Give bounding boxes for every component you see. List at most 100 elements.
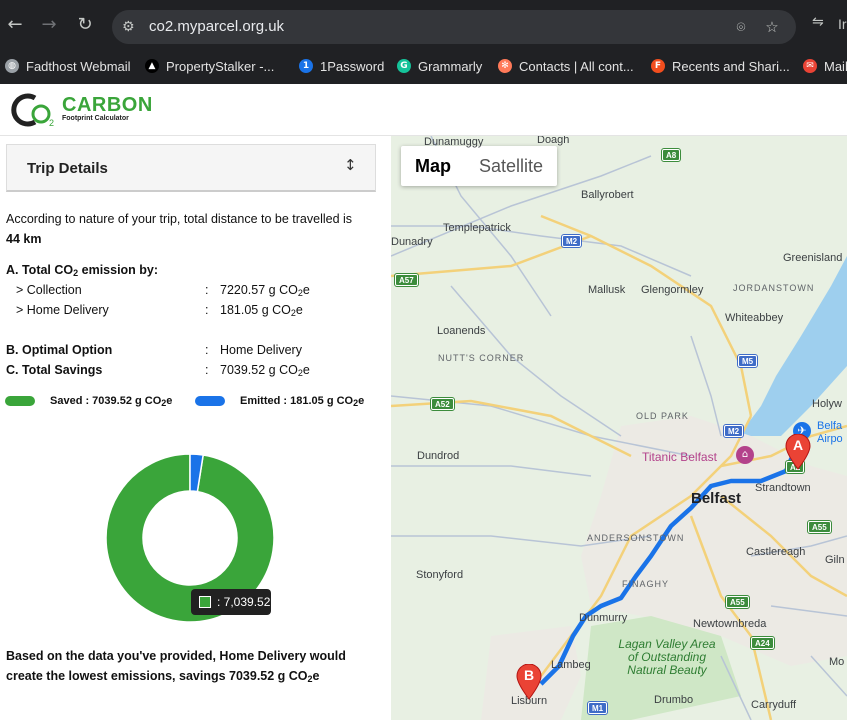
route-start-marker[interactable]: A xyxy=(785,434,811,470)
legend-saved[interactable]: Saved : 7039.52 g CO2e xyxy=(50,395,172,408)
map-type-satellite-button[interactable]: Satellite xyxy=(465,146,557,186)
delivery-value: 181.05 g CO2e xyxy=(220,303,303,318)
section-a-heading: A. Total CO2 emission by: xyxy=(6,263,158,278)
chart-tooltip: : 7,039.52 xyxy=(191,589,271,615)
distance-intro: According to nature of your trip, total … xyxy=(6,212,353,226)
savings-colon: : xyxy=(205,363,209,377)
place-label: Templepatrick xyxy=(443,222,511,234)
forward-icon[interactable]: → xyxy=(38,14,60,36)
place-label: Mo xyxy=(829,656,845,668)
bookmark-figma[interactable]: F Recents and Shari... xyxy=(651,57,790,75)
svg-text:2: 2 xyxy=(49,118,54,128)
place-label: Newtownbreda xyxy=(693,618,767,630)
place-label: Lambeg xyxy=(551,659,591,671)
savings-value: 7039.52 g CO2e xyxy=(220,363,310,378)
legend-emitted-text: Emitted : 181.05 g CO xyxy=(240,395,354,407)
bookmark-contacts[interactable]: ✻ Contacts | All cont... xyxy=(498,57,634,75)
bookmark-fadthost[interactable]: ◍ Fadthost Webmail xyxy=(5,57,131,75)
legend-emitted-swatch[interactable] xyxy=(195,396,225,406)
bookmark-label: Contacts | All cont... xyxy=(519,58,634,74)
logo-subtitle: Footprint Calculator xyxy=(62,115,129,122)
bookmark-label: 1Password xyxy=(320,58,385,74)
address-bar[interactable]: ⚙ co2.myparcel.org.uk ⌾ ☆ xyxy=(112,10,796,44)
trip-title: Trip Details xyxy=(27,160,108,177)
place-label: JORDANSTOWN xyxy=(733,283,815,293)
bookmark-grammarly[interactable]: G Grammarly xyxy=(397,57,482,75)
summary-line-2: create the lowest emissions, savings 703… xyxy=(6,669,320,684)
bookmark-mail[interactable]: ✉ Mail xyxy=(803,57,847,75)
museum-icon[interactable]: ⌂ xyxy=(736,446,754,464)
road-shield-m5: M5 xyxy=(736,354,759,368)
place-label: Whiteabbey xyxy=(725,312,784,324)
place-label: Stonyford xyxy=(416,569,464,581)
place-label: OLD PARK xyxy=(636,411,689,421)
marker-a-label: A xyxy=(792,437,804,453)
unit-suffix: e xyxy=(166,395,173,407)
park-label: Lagan Valley Area of Outstanding Natural… xyxy=(618,637,716,677)
trip-details-header[interactable]: Trip Details ↕ xyxy=(6,144,376,192)
reload-icon[interactable]: ↻ xyxy=(74,14,96,36)
unit-suffix: e xyxy=(312,669,320,683)
place-label: Doagh xyxy=(537,136,570,146)
savings-value-text: 7039.52 g CO xyxy=(220,363,298,377)
location-icon[interactable]: ⌾ xyxy=(732,18,750,36)
place-label: Dunmurry xyxy=(579,612,628,624)
expand-collapse-icon[interactable]: ↕ xyxy=(344,156,357,174)
road-shield-a52: A52 xyxy=(430,397,455,411)
co2-logo-icon[interactable]: 2 xyxy=(9,92,57,128)
section-a-suffix: emission by: xyxy=(78,263,159,277)
figma-icon: F xyxy=(651,59,665,73)
map-type-map-button[interactable]: Map xyxy=(401,146,465,186)
optimal-value: Home Delivery xyxy=(220,343,302,357)
collection-value-text: 7220.57 g CO xyxy=(220,283,298,297)
bookmark-star-icon[interactable]: ☆ xyxy=(763,18,781,36)
place-label: Glengormley xyxy=(641,284,704,296)
map-type-control: Map Satellite xyxy=(401,146,558,186)
place-label: Carryduff xyxy=(751,699,797,711)
site-settings-icon[interactable]: ⚙ xyxy=(122,18,140,36)
city-label: Belfast xyxy=(691,490,742,507)
url-text: co2.myparcel.org.uk xyxy=(149,18,285,35)
marker-b-label: B xyxy=(523,667,535,683)
unit-suffix: e xyxy=(358,395,365,407)
delivery-value-text: 181.05 g CO xyxy=(220,303,291,317)
globe-icon: ◍ xyxy=(5,59,19,73)
extension-icon[interactable]: ⇋ xyxy=(812,14,824,30)
road-shield-a55: A55 xyxy=(725,595,750,609)
browser-toolbar: ← → ↻ ⚙ co2.myparcel.org.uk ⌾ ☆ ⇋ Ir xyxy=(0,0,847,48)
onepassword-icon: 1 xyxy=(299,59,313,73)
section-a-prefix: A. Total CO xyxy=(6,263,74,277)
bookmarks-bar: ◍ Fadthost Webmail ▲ PropertyStalker -..… xyxy=(0,48,847,84)
triangle-logo-icon: ▲ xyxy=(145,59,159,73)
bookmark-propertystalker[interactable]: ▲ PropertyStalker -... xyxy=(145,57,274,75)
summary-line-1: Based on the data you've provided, Home … xyxy=(6,649,346,663)
place-label: Ballyrobert xyxy=(581,189,634,201)
bookmark-1password[interactable]: 1 1Password xyxy=(299,57,384,75)
road-shield-a57: A57 xyxy=(394,273,419,287)
unit-suffix: e xyxy=(302,363,310,377)
savings-label: C. Total Savings xyxy=(6,363,103,377)
delivery-colon: : xyxy=(205,303,209,317)
road-shield-m2-belfast: M2 xyxy=(722,424,745,438)
place-label: Strandtown xyxy=(755,482,811,494)
optimal-colon: : xyxy=(205,343,209,357)
delivery-label: > Home Delivery xyxy=(16,303,109,317)
road-shield-a8: A8 xyxy=(660,148,682,162)
route-end-marker[interactable]: B xyxy=(516,664,542,700)
place-label: Drumbo xyxy=(654,694,694,706)
route-map[interactable]: Map Satellite Dunamuggy Doagh Ballyrober… xyxy=(391,136,847,720)
legend-emitted[interactable]: Emitted : 181.05 g CO2e xyxy=(240,395,364,408)
legend-saved-text: Saved : 7039.52 g CO xyxy=(50,395,162,407)
hubspot-icon: ✻ xyxy=(498,59,512,73)
back-icon[interactable]: ← xyxy=(4,14,26,36)
legend-saved-swatch[interactable] xyxy=(5,396,35,406)
trip-panel: Trip Details ↕ According to nature of yo… xyxy=(0,136,391,720)
bookmark-label: Recents and Shari... xyxy=(672,58,790,74)
poi-label[interactable]: Titanic Belfast xyxy=(642,450,717,464)
grammarly-icon: G xyxy=(397,59,411,73)
bookmark-label: PropertyStalker -... xyxy=(166,58,275,74)
unit-suffix: e xyxy=(302,283,310,297)
place-label: Dundrod xyxy=(417,450,460,462)
profile-text: Ir xyxy=(838,16,847,32)
place-label: Loanends xyxy=(437,325,486,337)
